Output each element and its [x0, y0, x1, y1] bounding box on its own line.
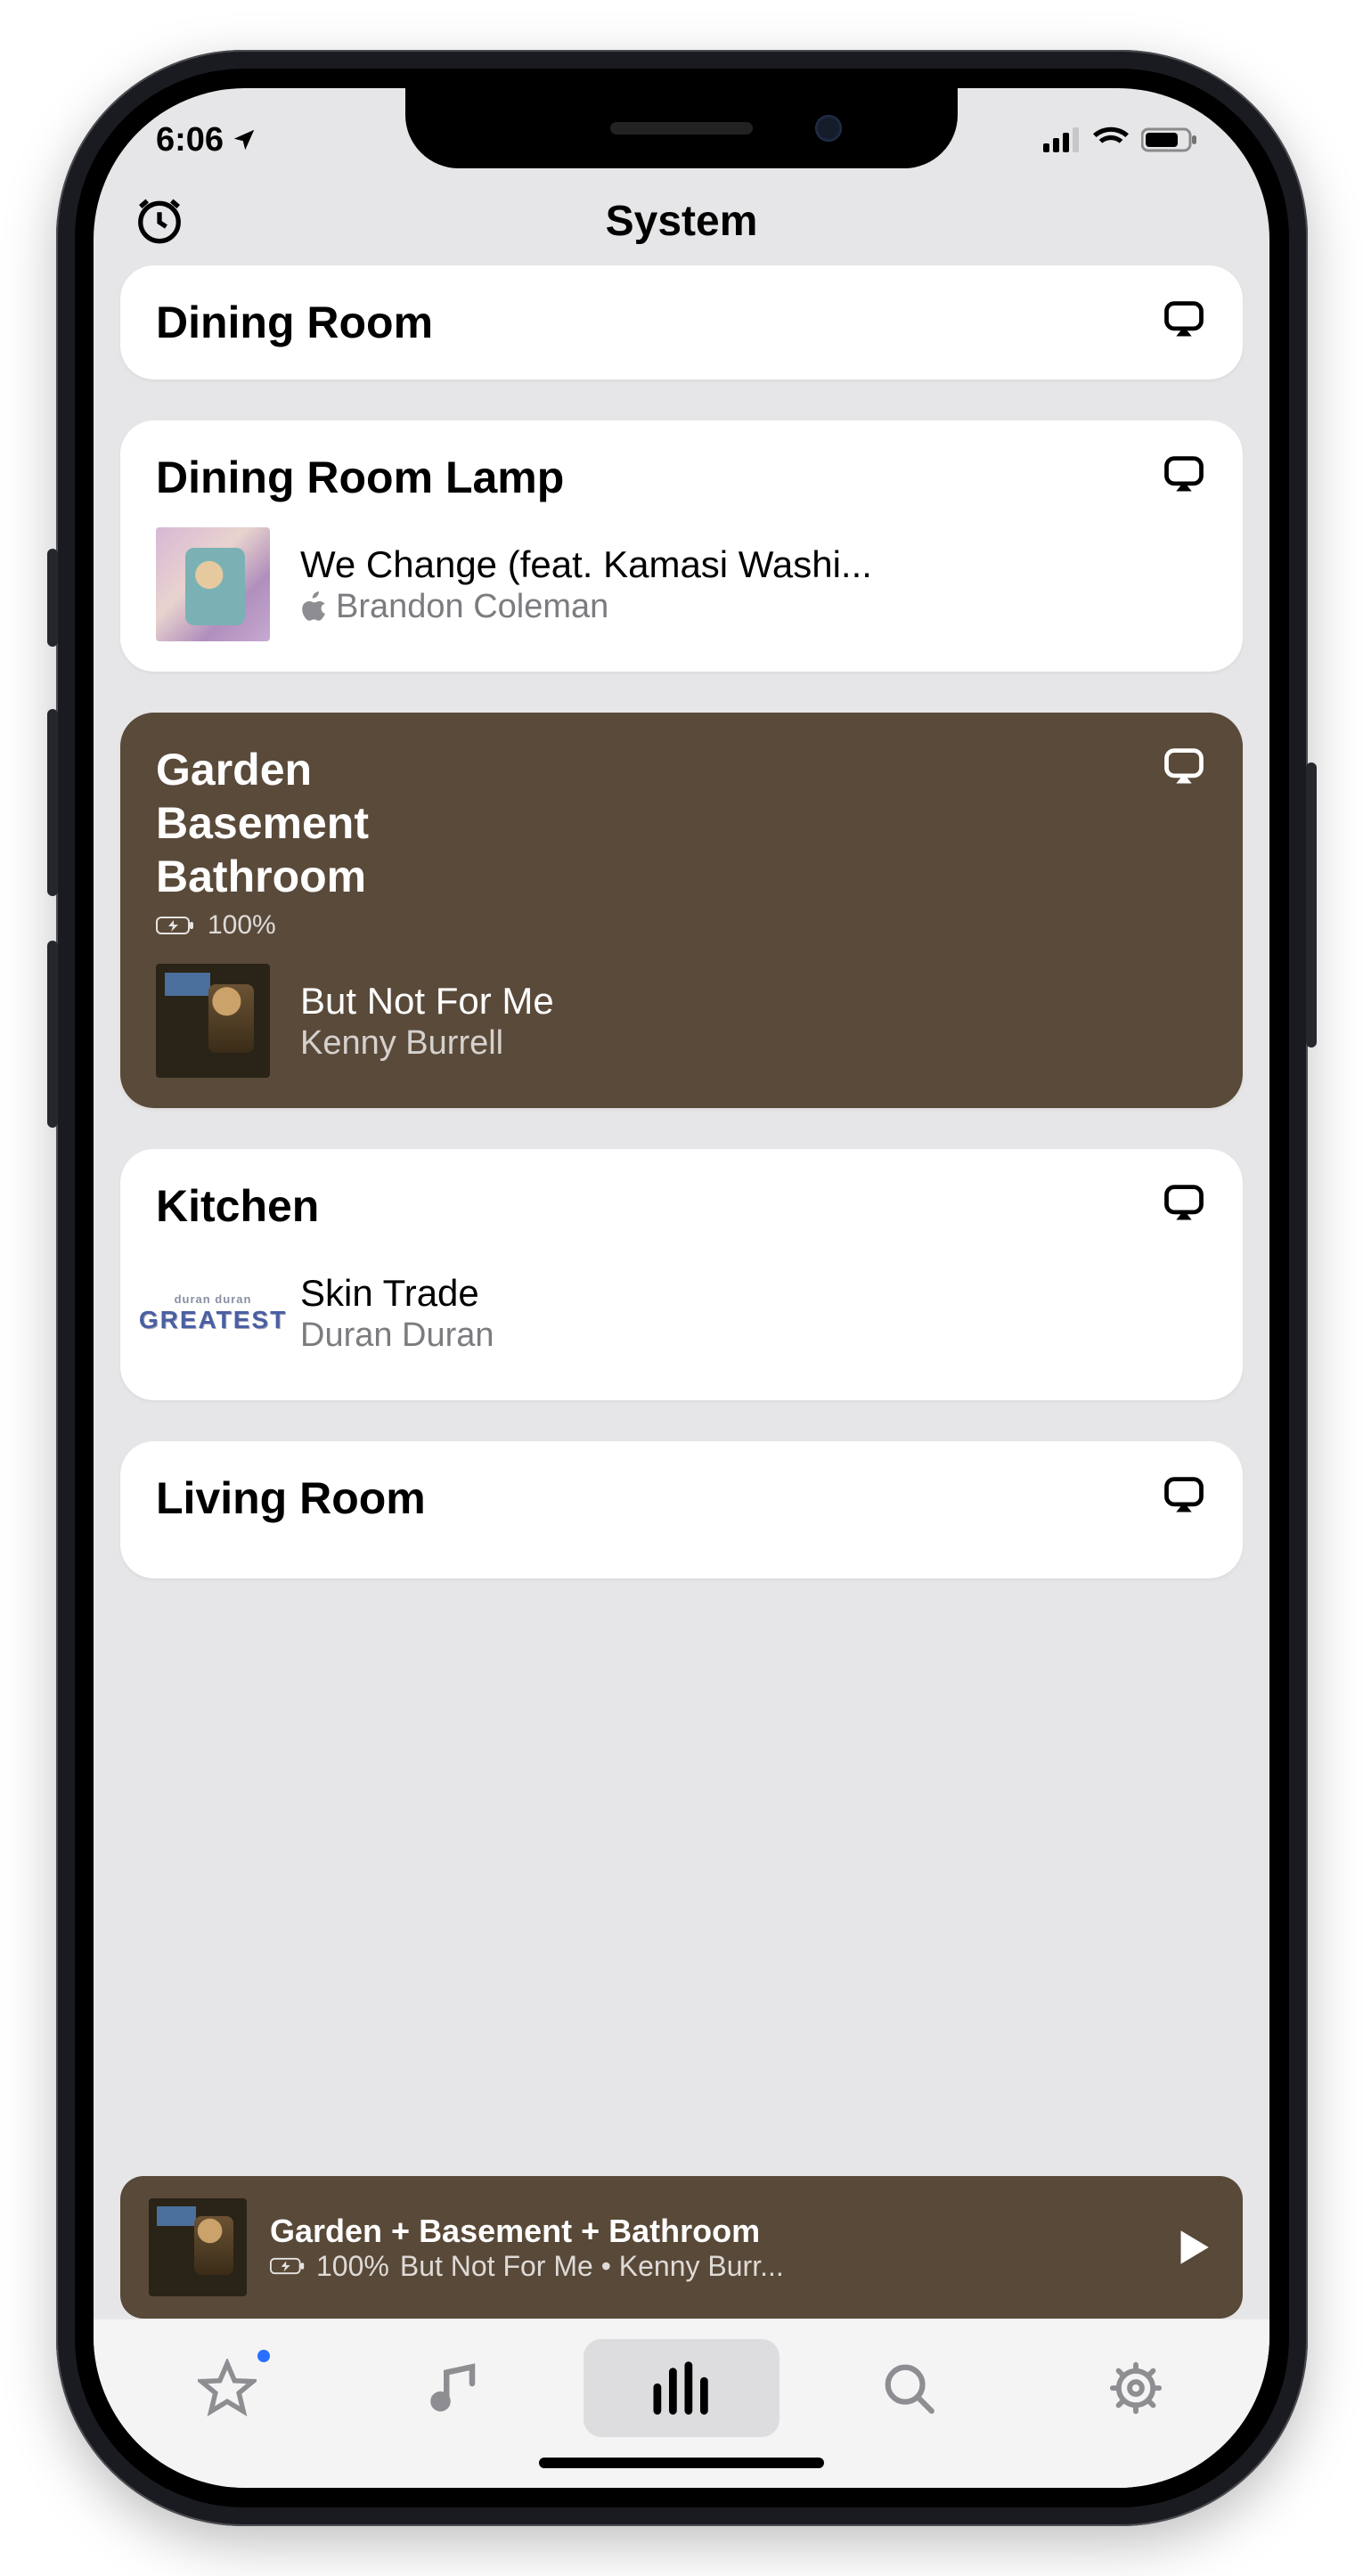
- battery-level: 100%: [208, 910, 276, 941]
- nav-bar: System: [94, 177, 1269, 255]
- search-icon: [881, 2360, 936, 2416]
- alarm-icon[interactable]: [133, 193, 186, 247]
- battery-charging-icon: [156, 915, 195, 936]
- room-card-grouped[interactable]: Garden Basement Bathroom 100%: [120, 713, 1243, 1108]
- side-button: [47, 549, 58, 647]
- airplay-icon[interactable]: [1161, 1179, 1207, 1226]
- mini-player[interactable]: Garden + Basement + Bathroom 100% But No…: [120, 2176, 1243, 2319]
- mini-battery: 100%: [316, 2250, 389, 2283]
- room-card-dining-room[interactable]: Dining Room: [120, 265, 1243, 379]
- music-note-icon: [428, 2360, 481, 2417]
- room-card-dining-room-lamp[interactable]: Dining Room Lamp We Change (feat. Kamasi…: [120, 420, 1243, 672]
- side-button: [1306, 762, 1317, 1048]
- tab-search[interactable]: [811, 2339, 1007, 2437]
- tab-settings[interactable]: [1038, 2339, 1234, 2437]
- apple-icon: [300, 591, 327, 622]
- battery-icon: [1141, 126, 1198, 153]
- side-button: [47, 941, 58, 1128]
- location-icon: [231, 126, 257, 153]
- battery-charging-icon: [270, 2256, 306, 2276]
- airplay-icon[interactable]: [1161, 296, 1207, 342]
- mini-now-playing: But Not For Me • Kenny Burr...: [400, 2250, 784, 2283]
- track-title: We Change (feat. Kamasi Washi...: [300, 543, 1207, 586]
- track-artist: Kenny Burrell: [300, 1024, 503, 1063]
- track-artist: Brandon Coleman: [336, 588, 608, 626]
- notification-dot-icon: [257, 2350, 270, 2362]
- album-artwork: [156, 527, 270, 641]
- star-icon: [198, 2359, 257, 2417]
- play-button[interactable]: [1170, 2222, 1214, 2272]
- album-artwork: duran duranGREATEST: [156, 1256, 270, 1370]
- phone-frame: 6:06: [56, 50, 1308, 2526]
- gear-icon: [1107, 2360, 1164, 2417]
- cellular-icon: [1043, 127, 1081, 152]
- album-artwork: [156, 964, 270, 1078]
- mini-rooms: Garden + Basement + Bathroom: [270, 2213, 1147, 2250]
- page-title: System: [606, 197, 758, 246]
- airplay-icon[interactable]: [1161, 451, 1207, 497]
- notch: [405, 88, 958, 168]
- room-name: Kitchen: [156, 1179, 319, 1233]
- room-name: Basement: [156, 796, 369, 850]
- tab-bar: [94, 2319, 1269, 2488]
- room-name: Bathroom: [156, 850, 369, 903]
- tab-system[interactable]: [584, 2339, 779, 2437]
- room-card-living-room[interactable]: Living Room: [120, 1441, 1243, 1578]
- album-artwork: [149, 2198, 247, 2296]
- airplay-icon[interactable]: [1161, 743, 1207, 789]
- room-card-kitchen[interactable]: Kitchen duran duranGREATEST Skin Trade D…: [120, 1149, 1243, 1400]
- side-button: [47, 709, 58, 896]
- home-indicator[interactable]: [539, 2458, 824, 2468]
- room-name: Dining Room: [156, 296, 433, 349]
- airplay-icon[interactable]: [1161, 1471, 1207, 1518]
- tab-favorites[interactable]: [129, 2339, 325, 2437]
- room-name: Living Room: [156, 1471, 426, 1525]
- track-title: But Not For Me: [300, 980, 1207, 1023]
- room-list[interactable]: Dining Room Dining Room Lamp: [94, 255, 1269, 2488]
- room-name: Garden: [156, 743, 369, 796]
- room-name: Dining Room Lamp: [156, 451, 564, 504]
- status-time: 6:06: [156, 121, 224, 159]
- wifi-icon: [1093, 126, 1129, 153]
- tab-my-sonos[interactable]: [356, 2339, 552, 2437]
- track-artist: Duran Duran: [300, 1317, 494, 1355]
- equalizer-icon: [650, 2361, 713, 2415]
- track-title: Skin Trade: [300, 1272, 1207, 1315]
